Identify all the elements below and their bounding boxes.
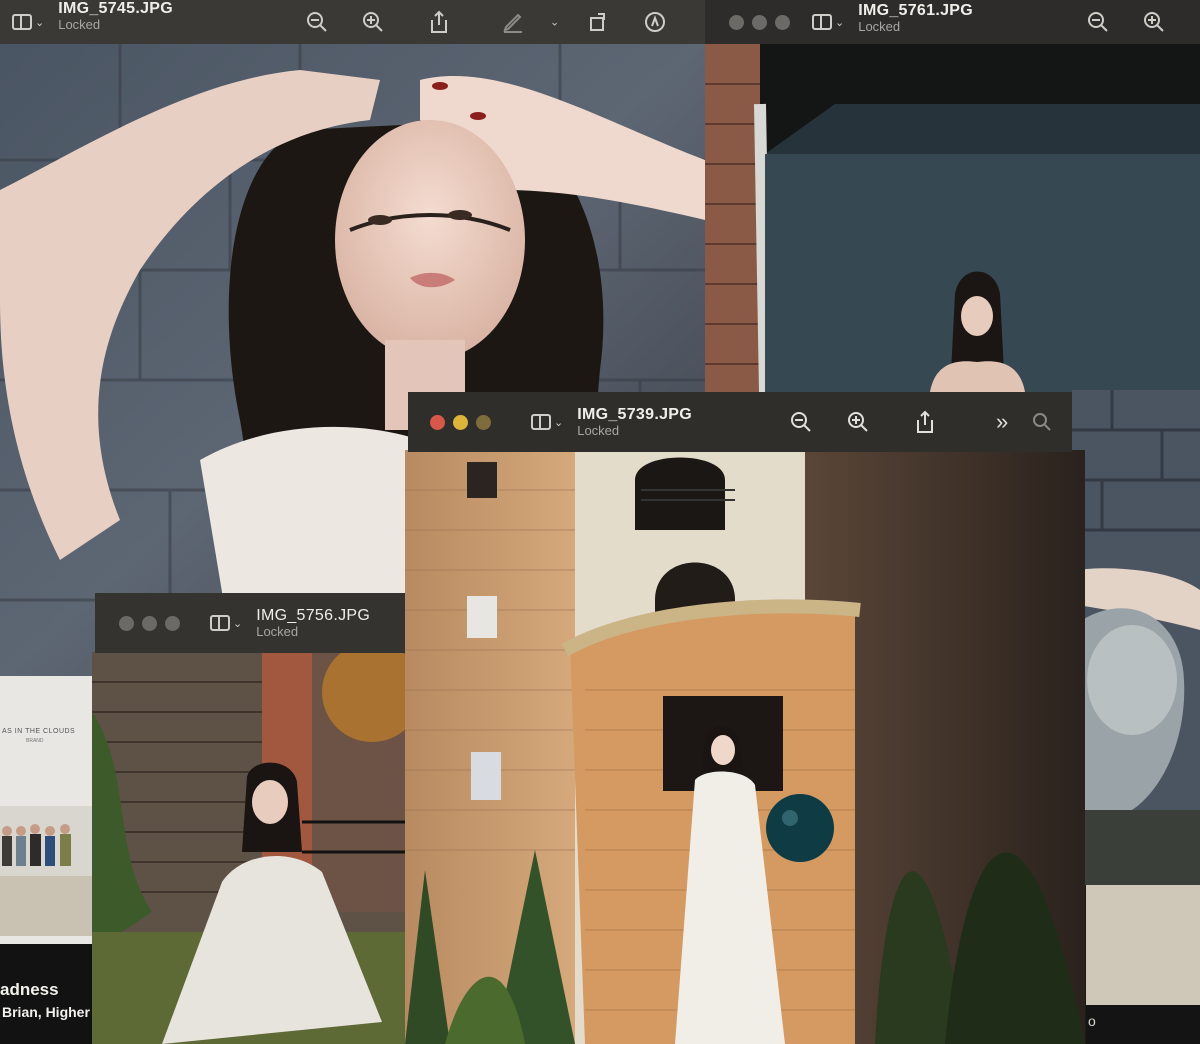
window-lock-state: Locked — [58, 16, 101, 32]
window-title-group: IMG_5756.JPG Locked — [256, 606, 371, 639]
window-img-5739[interactable]: ⌄ IMG_5739.JPG Locked » — [408, 392, 1072, 452]
statue-image — [1072, 390, 1200, 885]
zoom-out-icon[interactable] — [306, 11, 328, 33]
zoom-in-icon[interactable] — [1143, 11, 1165, 33]
sidebar-toggle-button[interactable]: ⌄ — [812, 14, 844, 30]
poster-title: AS IN THE CLOUDS — [2, 728, 76, 735]
window-title-group: IMG_5745.JPG Locked — [58, 0, 173, 32]
window-img-5756[interactable]: ⌄ IMG_5756.JPG Locked — [95, 593, 406, 653]
sidebar-toggle-icon — [812, 14, 832, 30]
chevron-down-icon: ⌄ — [554, 416, 564, 429]
minimize-button[interactable] — [453, 414, 468, 430]
window-title-group: IMG_5761.JPG Locked — [858, 1, 973, 34]
sidebar-toggle-icon — [12, 14, 32, 30]
window-img-5761[interactable]: ⌄ IMG_5761.JPG Locked — [705, 0, 1200, 44]
dark-strip-right: o — [1086, 1005, 1200, 1044]
markup-icon[interactable] — [644, 11, 666, 33]
traffic-lights — [119, 615, 180, 631]
garden-portrait-image — [92, 652, 406, 1044]
zoom-out-icon[interactable] — [790, 411, 812, 433]
chevron-down-icon: ⌄ — [835, 16, 845, 29]
photo-statue-fragment — [1072, 390, 1200, 885]
zoom-button[interactable] — [775, 14, 790, 30]
track-info-panel: adness Brian, Higher — [0, 944, 92, 1044]
minimize-button[interactable] — [142, 615, 157, 631]
share-icon[interactable] — [428, 10, 450, 34]
window-titlebar[interactable]: ⌄ IMG_5761.JPG Locked — [705, 0, 1200, 44]
chevron-down-icon[interactable]: ⌄ — [550, 16, 559, 29]
sidebar-toggle-icon — [210, 615, 230, 631]
window-filename: IMG_5761.JPG — [858, 1, 973, 19]
more-icon[interactable]: » — [996, 409, 1008, 435]
sidebar-toggle-button[interactable]: ⌄ — [531, 414, 563, 430]
chevron-down-icon: ⌄ — [233, 617, 243, 630]
zoom-button[interactable] — [165, 615, 180, 631]
zoom-out-icon[interactable] — [1087, 11, 1109, 33]
window-img-5745[interactable]: ⌄ IMG_5745.JPG Locked ⌄ — [0, 0, 705, 44]
zoom-button[interactable] — [476, 414, 491, 430]
window-titlebar[interactable]: ⌄ IMG_5739.JPG Locked » — [408, 392, 1072, 452]
balcony-image — [705, 44, 1200, 392]
sidebar-toggle-icon — [531, 414, 551, 430]
sidebar-toggle-button[interactable]: ⌄ — [210, 615, 242, 631]
window-titlebar[interactable]: ⌄ IMG_5745.JPG Locked ⌄ — [0, 0, 705, 44]
markup-pen-icon[interactable] — [502, 11, 524, 33]
rotate-icon[interactable] — [588, 11, 610, 33]
traffic-lights — [430, 414, 491, 430]
zoom-in-icon[interactable] — [362, 11, 384, 33]
window-filename: IMG_5745.JPG — [58, 0, 173, 17]
window-filename: IMG_5739.JPG — [577, 405, 692, 423]
minimize-button[interactable] — [752, 14, 767, 30]
window-filename: IMG_5756.JPG — [256, 606, 371, 624]
photo-img-5739 — [405, 450, 1085, 1044]
window-title-group: IMG_5739.JPG Locked — [577, 405, 692, 438]
right-card-fragment-text: o — [1088, 1013, 1096, 1029]
window-lock-state: Locked — [256, 623, 299, 639]
share-icon[interactable] — [914, 410, 936, 434]
close-button[interactable] — [729, 14, 744, 30]
track-artist: Brian, Higher — [2, 1004, 90, 1020]
window-lock-state: Locked — [858, 18, 901, 34]
traffic-lights — [729, 14, 790, 30]
close-button[interactable] — [119, 615, 134, 631]
window-lock-state: Locked — [577, 422, 620, 438]
band-photo — [0, 806, 92, 936]
sidebar-toggle-button[interactable]: ⌄ — [12, 14, 44, 30]
castle-image — [405, 450, 1085, 1044]
photo-img-5756 — [92, 652, 406, 1044]
poster-subtitle: BRAND — [26, 738, 44, 744]
chevron-down-icon: ⌄ — [35, 16, 45, 29]
music-card: AS IN THE CLOUDS BRAND adness Brian, Hig… — [0, 676, 92, 1044]
paper-card-right — [1086, 885, 1200, 1005]
track-title: adness — [0, 980, 59, 999]
window-titlebar[interactable]: ⌄ IMG_5756.JPG Locked — [95, 593, 406, 653]
zoom-in-icon[interactable] — [847, 411, 869, 433]
close-button[interactable] — [430, 414, 445, 430]
photo-img-5761 — [705, 44, 1200, 392]
search-icon[interactable] — [1032, 412, 1052, 432]
